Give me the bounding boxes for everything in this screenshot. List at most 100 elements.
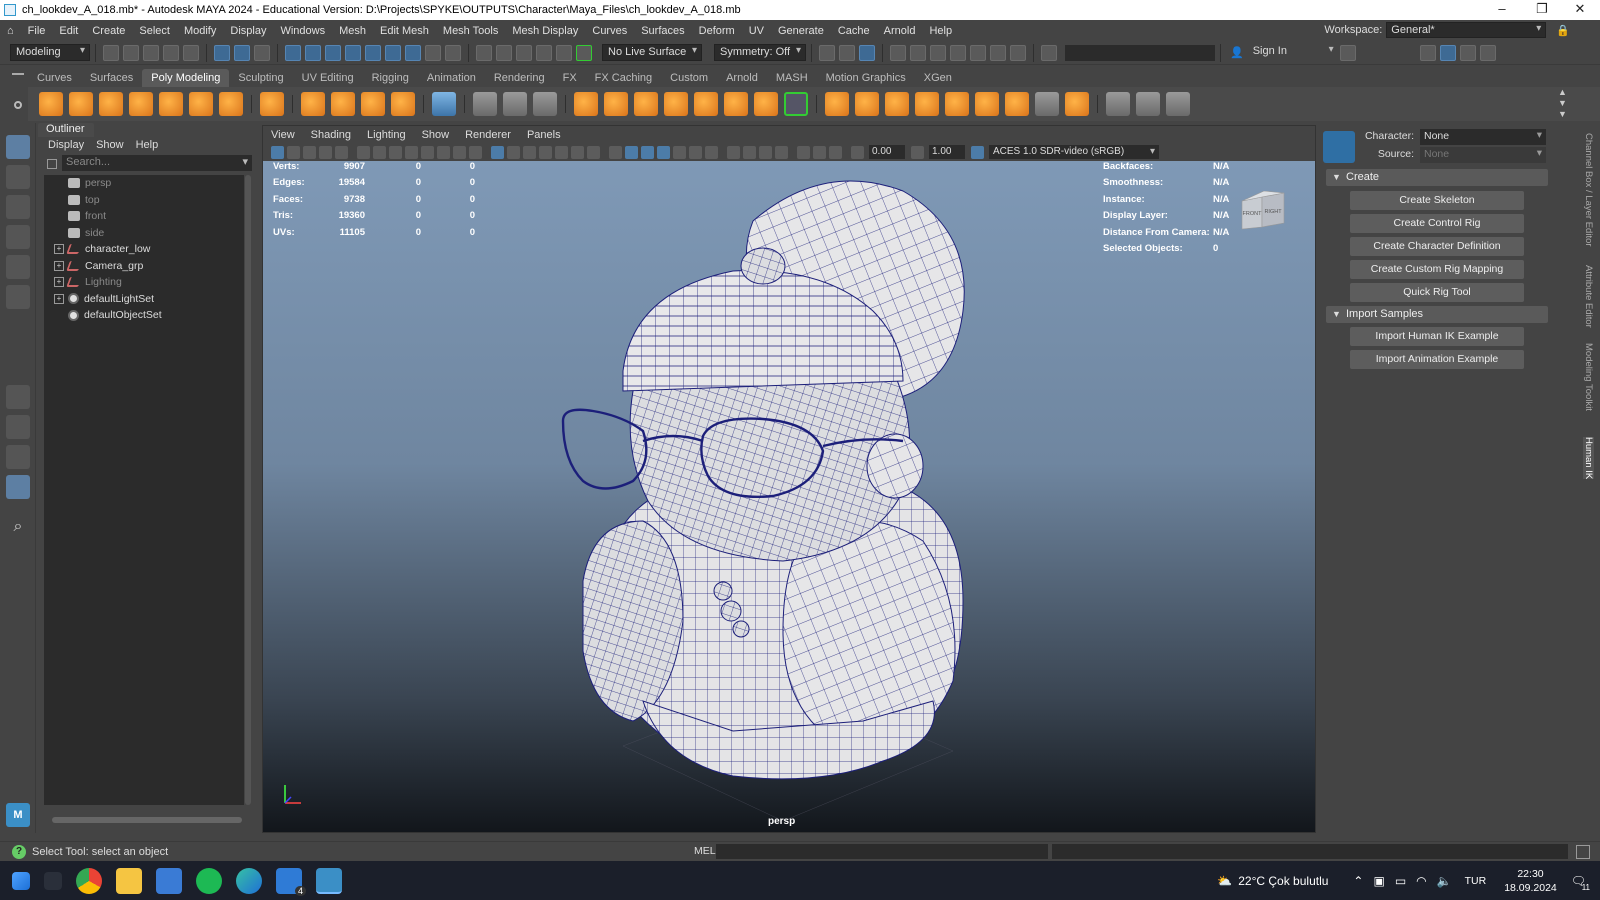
poly-cone-icon[interactable] [129, 92, 153, 116]
quick-rig-tool-button[interactable]: Quick Rig Tool [1350, 283, 1524, 302]
menu-arnold[interactable]: Arnold [877, 25, 923, 37]
outliner-vertical-scrollbar[interactable] [245, 175, 251, 805]
two-view-layout-icon[interactable] [6, 445, 30, 469]
expand-icon[interactable]: + [54, 244, 64, 255]
spotify-icon[interactable] [196, 867, 222, 894]
exposure-icon[interactable] [850, 145, 864, 159]
shelf-tab-sculpting[interactable]: Sculpting [229, 69, 292, 87]
delete-history-icon[interactable] [533, 92, 557, 116]
field-chart-icon[interactable] [404, 145, 418, 159]
menu-mesh[interactable]: Mesh [332, 25, 373, 37]
command-language-label[interactable]: MEL [694, 845, 716, 857]
smooth-shade-icon[interactable] [522, 145, 536, 159]
import-section-header[interactable]: Import Samples [1326, 306, 1548, 323]
outliner-item-lighting[interactable]: + Lighting [44, 274, 244, 291]
offset-edge-loop-icon[interactable] [1166, 92, 1190, 116]
shelf-tab-motion-graphics[interactable]: Motion Graphics [817, 69, 915, 87]
shelf-tab-animation[interactable]: Animation [418, 69, 485, 87]
shelf-tab-arnold[interactable]: Arnold [717, 69, 767, 87]
expand-icon[interactable]: + [54, 277, 64, 288]
poly-plane-icon[interactable] [189, 92, 213, 116]
boolean-icon[interactable] [664, 92, 688, 116]
create-section-header[interactable]: Create [1326, 169, 1548, 186]
four-view-layout-icon[interactable] [6, 415, 30, 439]
modeling-toolkit-icon[interactable] [1041, 44, 1057, 61]
sweep-mesh-icon[interactable] [331, 92, 355, 116]
mail-icon[interactable]: 4 [276, 867, 306, 896]
expand-icon[interactable]: + [54, 293, 64, 304]
undo-icon[interactable] [163, 44, 179, 61]
file-explorer-icon[interactable] [116, 867, 142, 894]
paint-select-tool-icon[interactable] [6, 195, 30, 219]
side-tab-channel-box-layer-editor[interactable]: Channel Box / Layer Editor [1583, 133, 1594, 247]
menu-uv[interactable]: UV [742, 25, 771, 37]
wireframe-on-shaded-active-icon[interactable] [624, 145, 638, 159]
ipr-render-icon[interactable] [910, 44, 926, 61]
symmetrize-icon[interactable] [784, 92, 808, 116]
mask-dynamics-icon[interactable] [385, 44, 401, 61]
shelf-tab-curves[interactable]: Curves [28, 69, 81, 87]
menu-modify[interactable]: Modify [177, 25, 223, 37]
mask-surfaces-icon[interactable] [345, 44, 361, 61]
grid-icon[interactable] [334, 145, 348, 159]
outliner-item-defaultlightset[interactable]: + defaultLightSet [44, 291, 244, 308]
lock-selection-icon[interactable] [425, 44, 441, 61]
viewport-menu-panels[interactable]: Panels [519, 129, 569, 141]
menu-help[interactable]: Help [922, 25, 959, 37]
merge-icon[interactable] [1035, 92, 1059, 116]
start-icon[interactable] [12, 871, 30, 890]
center-pivot-icon[interactable] [473, 92, 497, 116]
viewport-menu-show[interactable]: Show [414, 129, 458, 141]
extrude-icon[interactable] [825, 92, 849, 116]
append-polygon-icon[interactable] [945, 92, 969, 116]
shelf-tab-rigging[interactable]: Rigging [363, 69, 418, 87]
lasso-tool-icon[interactable] [6, 165, 30, 189]
outliner-menu-help[interactable]: Help [136, 139, 159, 151]
hypershade-icon[interactable] [950, 44, 966, 61]
show-channel-box-icon[interactable] [1439, 44, 1456, 61]
mask-deform-icon[interactable] [365, 44, 381, 61]
select-tool-icon[interactable] [6, 135, 30, 159]
outliner-menu-show[interactable]: Show [96, 139, 124, 151]
mask-render-icon[interactable] [405, 44, 421, 61]
store-icon[interactable] [156, 867, 182, 894]
command-line-input[interactable] [716, 844, 1048, 859]
render-view-icon[interactable] [859, 44, 875, 61]
poly-text-icon[interactable] [361, 92, 385, 116]
xray-icon[interactable] [640, 145, 654, 159]
menu-select[interactable]: Select [132, 25, 177, 37]
volume-icon[interactable]: 🔈 [1437, 874, 1452, 888]
restore-button[interactable]: ❐ [1522, 0, 1562, 20]
outliner-item-top[interactable]: top [44, 192, 244, 209]
render-frame-icon[interactable] [890, 44, 906, 61]
menu-surfaces[interactable]: Surfaces [634, 25, 691, 37]
poly-disc-icon[interactable] [219, 92, 243, 116]
symmetry-dropdown[interactable]: Symmetry: Off [714, 44, 806, 61]
edge-icon[interactable] [236, 867, 262, 894]
super-shape-icon[interactable] [301, 92, 325, 116]
task-view-icon[interactable] [44, 871, 62, 890]
single-perspective-layout-icon[interactable] [6, 385, 30, 409]
menu-create[interactable]: Create [85, 25, 132, 37]
search-icon[interactable]: ⌕ [6, 515, 30, 539]
create-control-rig-button[interactable]: Create Control Rig [1350, 214, 1524, 233]
shelf-tab-custom[interactable]: Custom [661, 69, 717, 87]
maya-taskbar-icon[interactable] [316, 867, 342, 894]
wedge-icon[interactable] [975, 92, 999, 116]
scale-tool-icon[interactable] [6, 285, 30, 309]
gate-mask-icon[interactable] [388, 145, 402, 159]
shelf-tab-poly-modeling[interactable]: Poly Modeling [142, 69, 230, 87]
display-icon[interactable]: ▭ [1395, 874, 1406, 888]
home-icon[interactable]: ⌂ [0, 25, 21, 37]
select-component-icon[interactable] [254, 44, 270, 61]
image-plane-icon[interactable] [318, 145, 332, 159]
menu-file[interactable]: File [21, 25, 53, 37]
side-tab-attribute-editor[interactable]: Attribute Editor [1583, 265, 1594, 328]
outliner-item-front[interactable]: front [44, 208, 244, 225]
source-dropdown[interactable]: None [1420, 147, 1546, 163]
expand-icon[interactable]: + [54, 260, 64, 271]
redo-icon[interactable] [183, 44, 199, 61]
grease-pencil-icon[interactable] [468, 145, 482, 159]
shelf-tab-fx[interactable]: FX [554, 69, 586, 87]
shelf-menu-icon[interactable] [12, 73, 24, 75]
